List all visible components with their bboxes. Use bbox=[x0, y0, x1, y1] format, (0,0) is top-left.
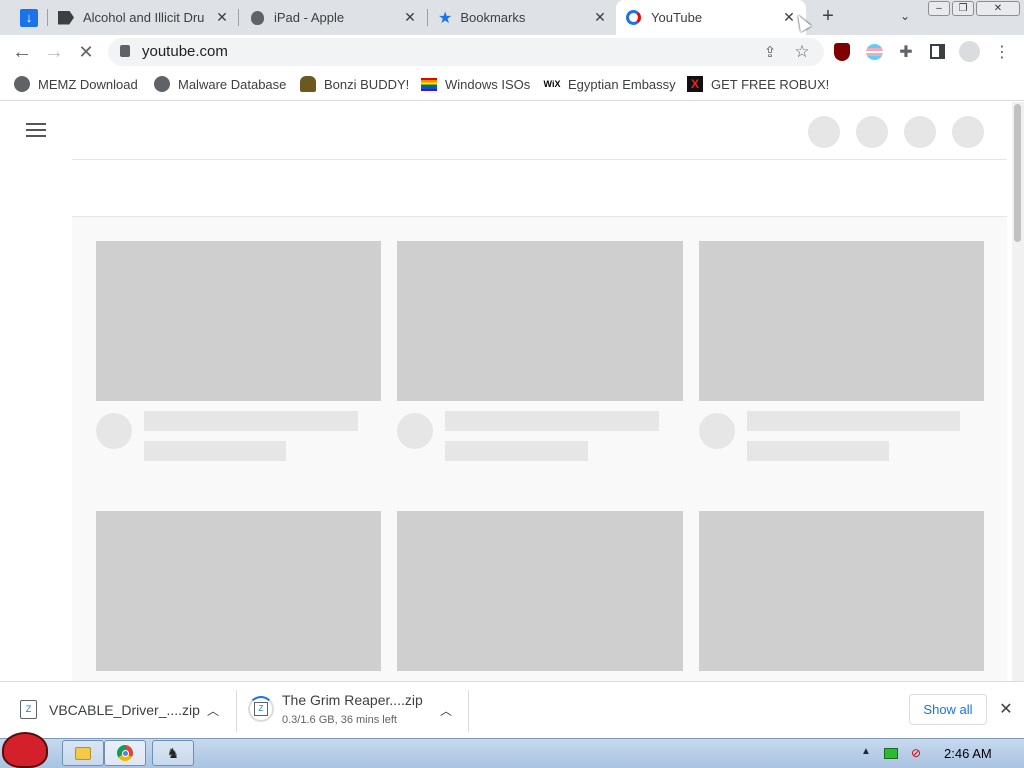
header-placeholder-circle bbox=[808, 116, 840, 148]
bookmark-label: GET FREE ROBUX! bbox=[711, 76, 830, 92]
app-icon: ♞ bbox=[166, 744, 180, 761]
close-window-button[interactable]: ✕ bbox=[976, 1, 1020, 16]
roblox-icon: X bbox=[687, 76, 703, 92]
wix-icon: WiX bbox=[543, 79, 561, 89]
tab-bookmarks[interactable]: ★ Bookmarks ✕ bbox=[428, 0, 616, 35]
youtube-page bbox=[0, 102, 1012, 681]
chevron-up-icon[interactable]: ︿ bbox=[438, 702, 454, 718]
new-tab-button[interactable]: + bbox=[818, 5, 838, 27]
zip-file-icon: Z bbox=[20, 700, 37, 719]
header-placeholder-circle bbox=[952, 116, 984, 148]
tab-alcohol[interactable]: Alcohol and Illicit Dru ✕ bbox=[48, 0, 238, 35]
tab-youtube[interactable]: YouTube ✕ bbox=[616, 0, 806, 35]
globe-icon bbox=[154, 76, 170, 92]
video-thumbnail-placeholder bbox=[397, 241, 683, 401]
download-divider bbox=[468, 690, 469, 732]
chrome-icon bbox=[117, 745, 133, 761]
video-thumbnail-placeholder bbox=[96, 511, 381, 671]
url-text[interactable]: youtube.com bbox=[142, 43, 228, 60]
tab-label: Alcohol and Illicit Dru bbox=[83, 10, 205, 25]
hamburger-menu-icon[interactable] bbox=[26, 123, 46, 137]
channel-avatar-placeholder bbox=[96, 413, 132, 449]
close-tab-icon[interactable]: ✕ bbox=[401, 8, 419, 26]
taskbar-chrome-button[interactable] bbox=[104, 740, 146, 766]
video-thumbnail-placeholder bbox=[699, 511, 984, 671]
video-thumbnail-placeholder bbox=[96, 241, 381, 401]
volume-muted-icon[interactable]: ⊘ bbox=[908, 746, 924, 762]
side-panel-icon[interactable] bbox=[930, 44, 945, 59]
loading-icon bbox=[626, 10, 641, 25]
extensions-puzzle-icon[interactable]: ✚ bbox=[894, 40, 918, 64]
taskbar-app-button[interactable]: ♞ bbox=[152, 740, 194, 766]
bookmark-label: Malware Database bbox=[178, 76, 287, 92]
download-arrow-icon: ↓ bbox=[20, 8, 38, 27]
bookmark-label: Egyptian Embassy bbox=[568, 76, 676, 92]
header-placeholder-circle bbox=[904, 116, 936, 148]
show-all-button[interactable]: Show all bbox=[909, 694, 987, 725]
bookmark-label: Windows ISOs bbox=[445, 76, 531, 92]
tab-download[interactable]: ↓ bbox=[8, 0, 48, 35]
show-hidden-icons-chevron-icon[interactable]: ▲ bbox=[860, 746, 872, 760]
bookmark-egyptian-embassy[interactable]: WiX Egyptian Embassy bbox=[544, 74, 676, 94]
more-menu-icon[interactable]: ⋮ bbox=[990, 40, 1014, 64]
minimize-button[interactable]: – bbox=[928, 1, 950, 16]
chevron-up-icon[interactable]: ︿ bbox=[205, 702, 221, 718]
stop-loading-icon[interactable]: ✕ bbox=[74, 40, 98, 64]
taskbar-explorer-button[interactable] bbox=[62, 740, 104, 766]
bookmark-star-icon[interactable]: ☆ bbox=[790, 40, 814, 64]
download-status: 0.3/1.6 GB, 36 mins left bbox=[282, 714, 397, 726]
video-meta-placeholder bbox=[747, 441, 889, 461]
scrollbar-thumb[interactable] bbox=[1014, 104, 1021, 242]
globe-icon bbox=[14, 76, 30, 92]
zip-file-icon: Z bbox=[254, 702, 268, 716]
video-thumbnail-placeholder bbox=[397, 511, 683, 671]
video-title-placeholder bbox=[445, 411, 659, 431]
trans-flag-extension-icon[interactable] bbox=[866, 44, 883, 60]
flag-icon bbox=[58, 10, 74, 25]
tab-search-chevron-icon[interactable]: ⌄ bbox=[896, 6, 914, 26]
restore-button[interactable]: ❐ bbox=[952, 1, 974, 16]
forward-arrow-icon[interactable]: → bbox=[42, 40, 66, 64]
start-button-angry-bird-icon[interactable] bbox=[2, 732, 48, 768]
bonzi-icon bbox=[300, 76, 316, 92]
profile-avatar-icon[interactable] bbox=[959, 41, 980, 62]
share-icon[interactable]: ⇪ bbox=[758, 40, 782, 64]
download-filename: VBCABLE_Driver_....zip bbox=[49, 702, 200, 718]
apple-icon bbox=[251, 10, 264, 25]
channel-avatar-placeholder bbox=[699, 413, 735, 449]
header-placeholder-circle bbox=[856, 116, 888, 148]
bookmark-bonzi-buddy[interactable]: Bonzi BUDDY! bbox=[300, 74, 409, 94]
video-meta-placeholder bbox=[144, 441, 286, 461]
network-icon[interactable] bbox=[884, 748, 898, 759]
tab-label: YouTube bbox=[651, 10, 703, 25]
close-tab-icon[interactable]: ✕ bbox=[591, 8, 609, 26]
bookmark-label: Bonzi BUDDY! bbox=[324, 76, 410, 92]
video-title-placeholder bbox=[144, 411, 358, 431]
ublock-origin-icon[interactable] bbox=[834, 43, 850, 61]
channel-avatar-placeholder bbox=[397, 413, 433, 449]
close-tab-icon[interactable]: ✕ bbox=[213, 8, 231, 26]
tab-ipad-apple[interactable]: iPad - Apple ✕ bbox=[239, 0, 427, 35]
tab-label: iPad - Apple bbox=[274, 10, 345, 25]
close-download-bar-icon[interactable]: ✕ bbox=[997, 701, 1015, 719]
star-icon: ★ bbox=[438, 9, 453, 27]
video-thumbnail-placeholder bbox=[699, 241, 984, 401]
video-title-placeholder bbox=[747, 411, 960, 431]
bookmark-label: MEMZ Download bbox=[38, 76, 138, 92]
folder-icon bbox=[75, 746, 91, 760]
download-divider bbox=[236, 690, 237, 732]
bookmark-memz-download[interactable]: MEMZ Download bbox=[14, 74, 138, 94]
bookmark-malware-database[interactable]: Malware Database bbox=[154, 74, 286, 94]
bookmark-windows-isos[interactable]: Windows ISOs bbox=[421, 74, 530, 94]
bookmark-get-free-robux[interactable]: X GET FREE ROBUX! bbox=[687, 74, 829, 94]
rainbow-flag-icon bbox=[421, 77, 437, 91]
lock-icon bbox=[120, 45, 130, 57]
video-meta-placeholder bbox=[445, 441, 588, 461]
chip-bar-placeholder bbox=[72, 160, 1007, 216]
back-arrow-icon[interactable]: ← bbox=[10, 40, 34, 64]
taskbar-clock[interactable]: 2:46 AM bbox=[944, 746, 992, 761]
tab-label: Bookmarks bbox=[460, 10, 526, 25]
download-filename: The Grim Reaper....zip bbox=[282, 692, 423, 708]
